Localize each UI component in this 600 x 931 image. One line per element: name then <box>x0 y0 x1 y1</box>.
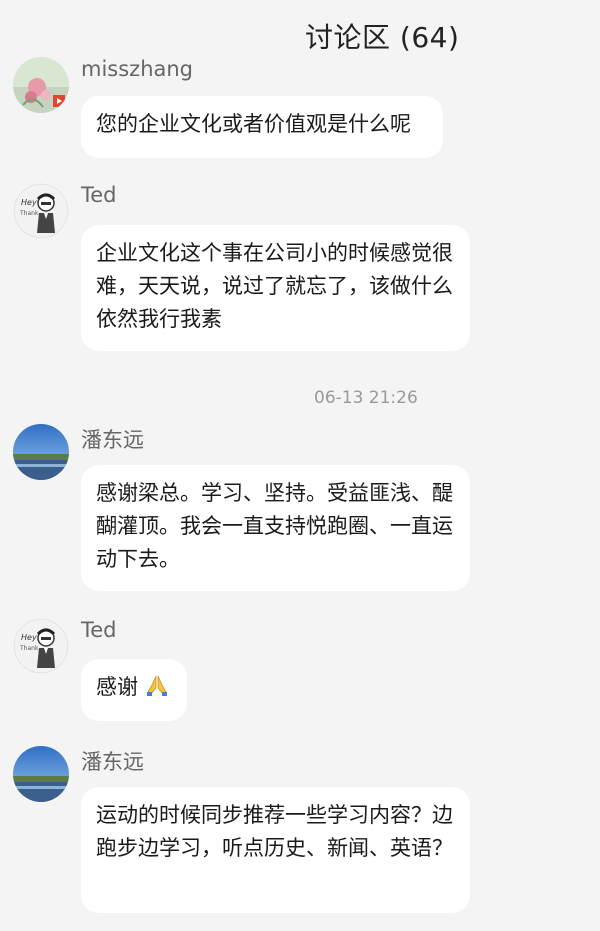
svg-text:Hey: Hey <box>21 633 37 642</box>
message-text: 运动的时候同步推荐一些学习内容？边跑步边学习，听点历史、新闻、英语？ <box>96 803 453 860</box>
message-bubble: 感谢 <box>81 659 187 721</box>
page-title: 讨论区 (64) <box>305 21 460 54</box>
message-timestamp: 06-13 21:26 <box>314 388 418 408</box>
flower-photo-avatar[interactable] <box>13 57 69 113</box>
message-bubble: 您的企业文化或者价值观是什么呢 <box>81 96 443 158</box>
cartoon-man-avatar[interactable]: Hey Thank <box>13 183 69 239</box>
landscape-photo-avatar[interactable] <box>13 746 69 802</box>
praying-hands-icon <box>145 673 169 707</box>
username[interactable]: Ted <box>81 618 117 642</box>
message-text: 您的企业文化或者价值观是什么呢 <box>96 112 411 136</box>
landscape-photo-avatar[interactable] <box>13 424 69 480</box>
svg-text:Hey: Hey <box>21 198 37 207</box>
message-bubble: 感谢梁总。学习、坚持。受益匪浅、醍醐灌顶。我会一直支持悦跑圈、一直运动下去。 <box>81 465 470 591</box>
message-bubble: 企业文化这个事在公司小的时候感觉很难，天天说，说过了就忘了，该做什么依然我行我素 <box>81 225 470 351</box>
message-bubble: 运动的时候同步推荐一些学习内容？边跑步边学习，听点历史、新闻、英语？ <box>81 787 470 913</box>
message-text: 感谢 <box>96 675 138 699</box>
svg-text:Thank: Thank <box>19 210 39 217</box>
username[interactable]: 潘东远 <box>81 424 144 454</box>
username[interactable]: Ted <box>81 183 117 207</box>
cartoon-man-avatar[interactable]: Hey Thank <box>13 618 69 674</box>
svg-text:Thank: Thank <box>19 645 39 652</box>
username[interactable]: 潘东远 <box>81 746 144 776</box>
discussion-header: 讨论区 (64) <box>0 14 600 58</box>
username[interactable]: misszhang <box>81 57 193 81</box>
message-text: 感谢梁总。学习、坚持。受益匪浅、醍醐灌顶。我会一直支持悦跑圈、一直运动下去。 <box>96 481 453 571</box>
message-text: 企业文化这个事在公司小的时候感觉很难，天天说，说过了就忘了，该做什么依然我行我素 <box>96 241 453 331</box>
